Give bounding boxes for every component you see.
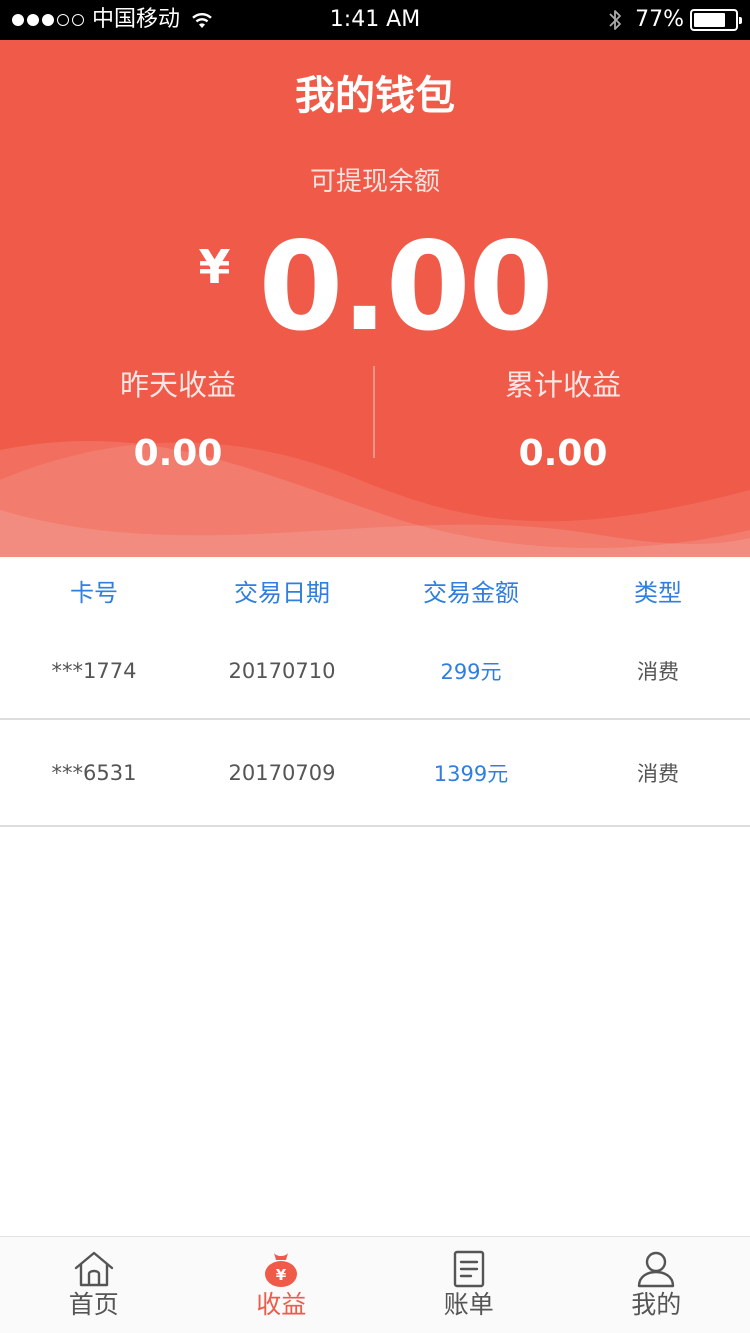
balance-label: 可提现余额 <box>309 167 440 197</box>
column-header-type: 类型 <box>634 578 682 607</box>
tab-home-label: 首页 <box>68 1290 119 1319</box>
tab-home[interactable]: 首页 <box>0 1237 188 1333</box>
transaction-amount: 299元 <box>440 659 502 684</box>
total-earnings: 累计收益 0.00 <box>376 365 750 475</box>
transaction-type: 消费 <box>637 761 679 786</box>
balance-display: ¥ 0.00 <box>0 222 750 352</box>
balance-amount: 0.00 <box>258 216 554 358</box>
tab-earnings[interactable]: ¥ 收益 <box>188 1237 376 1333</box>
column-header-amount: 交易金额 <box>423 578 519 607</box>
wallet-header: 我的钱包 可提现余额 ¥ 0.00 昨天收益 0.00 累计收益 0.00 <box>0 40 750 557</box>
total-earnings-label: 累计收益 <box>504 368 621 402</box>
yesterday-earnings-value: 0.00 <box>133 433 223 474</box>
tab-bills-label: 账单 <box>443 1290 494 1319</box>
transaction-type: 消费 <box>637 659 679 684</box>
total-earnings-value: 0.00 <box>518 433 608 474</box>
profile-icon <box>638 1251 675 1288</box>
column-header-date: 交易日期 <box>234 578 330 607</box>
battery-level-fill <box>694 13 725 27</box>
battery-icon <box>690 9 742 31</box>
bluetooth-icon <box>609 10 621 30</box>
wallet-page: 中国移动 1:41 AM 77% 我的钱包 可提现余额 ¥ 0.00 昨天收益 … <box>0 0 750 1333</box>
stats-divider <box>373 366 375 458</box>
page-title: 我的钱包 <box>295 73 455 119</box>
card-number: ***1774 <box>51 658 137 683</box>
tab-bills[interactable]: 账单 <box>375 1237 563 1333</box>
transaction-amount: 1399元 <box>433 761 509 786</box>
yesterday-earnings-label: 昨天收益 <box>119 368 236 402</box>
status-right-group: 77% <box>607 6 742 34</box>
transaction-date: 20170709 <box>228 760 336 785</box>
currency-symbol: ¥ <box>198 240 231 294</box>
card-number: ***6531 <box>51 760 137 785</box>
tab-earnings-label: 收益 <box>256 1290 307 1319</box>
bill-icon <box>453 1250 484 1288</box>
svg-text:¥: ¥ <box>276 1266 287 1284</box>
home-icon <box>74 1251 113 1287</box>
yesterday-earnings: 昨天收益 0.00 <box>0 365 374 475</box>
money-bag-icon: ¥ <box>265 1253 298 1287</box>
status-bar: 中国移动 1:41 AM 77% <box>0 0 750 40</box>
bottom-tab-bar: 首页 ¥ 收益 账单 我的 <box>0 1236 750 1333</box>
tab-mine[interactable]: 我的 <box>563 1237 750 1333</box>
table-row[interactable]: ***6531 20170709 1399元 消费 <box>0 720 750 827</box>
transactions-table-header: 卡号 交易日期 交易金额 类型 <box>0 557 750 623</box>
transactions-list: ***1774 20170710 299元 消费 ***6531 2017070… <box>0 623 750 827</box>
column-header-card: 卡号 <box>70 578 118 607</box>
table-row[interactable]: ***1774 20170710 299元 消费 <box>0 623 750 720</box>
tab-mine-label: 我的 <box>631 1290 682 1319</box>
battery-percent: 77% <box>635 7 684 32</box>
transaction-date: 20170710 <box>228 658 336 683</box>
